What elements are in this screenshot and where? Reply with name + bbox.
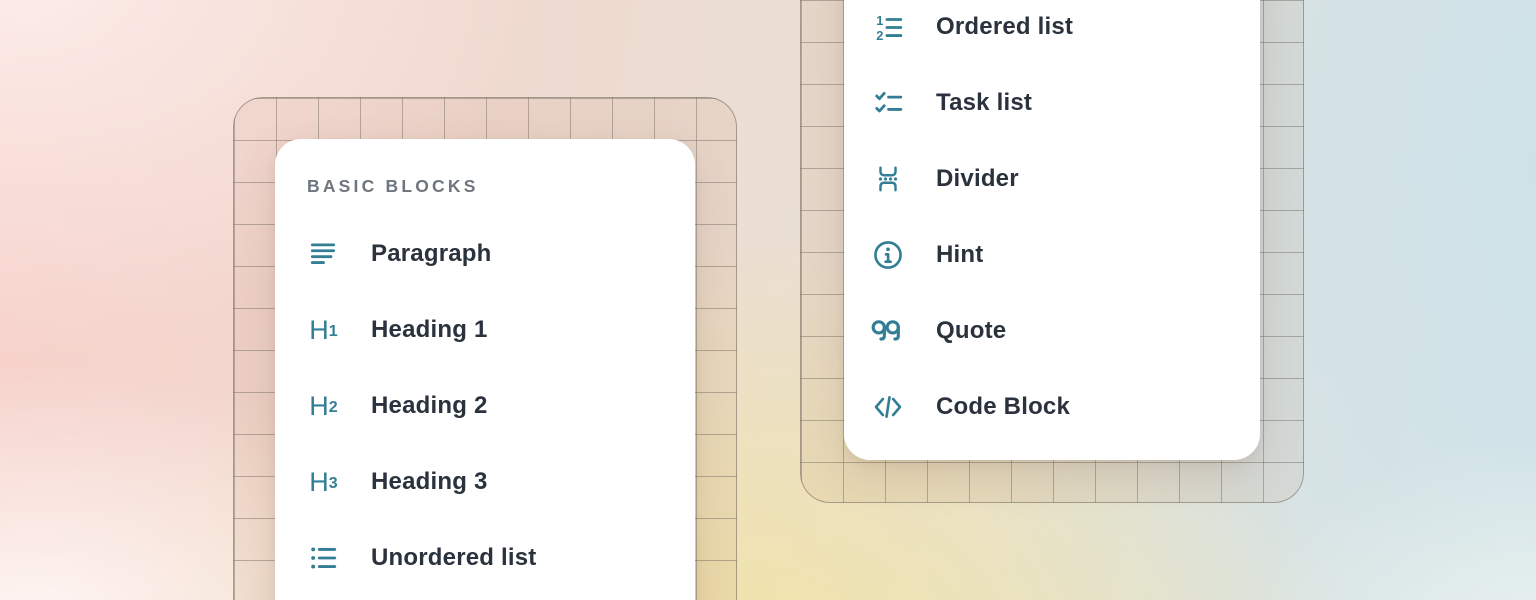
menu-item-label: Heading 2 [371,392,488,420]
heading-3-icon: H3 [306,465,340,499]
blocks-list: 1 2 Ordered list Task list [844,0,1260,445]
menu-item-label: Hint [936,241,983,269]
menu-item-task-list[interactable]: Task list [844,65,1260,141]
menu-item-label: Code Block [936,393,1070,421]
editor-blocks-illustration: BASIC BLOCKS Paragraph H1 Heading 1 H2 [0,0,1536,600]
menu-item-label: Ordered list [936,13,1073,41]
hint-icon [871,238,905,272]
basic-blocks-menu: BASIC BLOCKS Paragraph H1 Heading 1 H2 [275,139,695,600]
unordered-list-icon [306,541,340,575]
menu-item-label: Divider [936,165,1019,193]
ordered-list-icon: 1 2 [871,10,905,44]
menu-item-label: Unordered list [371,544,537,572]
menu-item-unordered-list[interactable]: Unordered list [275,520,695,596]
paragraph-icon [306,237,340,271]
menu-item-heading-1[interactable]: H1 Heading 1 [275,292,695,368]
menu-item-heading-2[interactable]: H2 Heading 2 [275,368,695,444]
menu-item-label: Paragraph [371,240,492,268]
quote-icon [871,314,905,348]
menu-item-quote[interactable]: Quote [844,293,1260,369]
menu-item-paragraph[interactable]: Paragraph [275,216,695,292]
task-list-icon [871,86,905,120]
blocks-menu-continued: 1 2 Ordered list Task list [844,0,1260,460]
heading-2-icon: H2 [306,389,340,423]
menu-item-label: Heading 1 [371,316,488,344]
menu-item-label: Quote [936,317,1006,345]
section-label: BASIC BLOCKS [307,176,695,197]
menu-item-divider[interactable]: Divider [844,141,1260,217]
svg-text:1: 1 [876,13,883,28]
code-block-icon [871,390,905,424]
divider-icon [871,162,905,196]
menu-item-code-block[interactable]: Code Block [844,369,1260,445]
heading-1-icon: H1 [306,313,340,347]
basic-blocks-list: Paragraph H1 Heading 1 H2 Heading 2 H3 H… [275,216,695,596]
menu-item-heading-3[interactable]: H3 Heading 3 [275,444,695,520]
svg-text:2: 2 [876,28,883,42]
menu-item-label: Task list [936,89,1032,117]
menu-item-ordered-list[interactable]: 1 2 Ordered list [844,0,1260,65]
menu-item-hint[interactable]: Hint [844,217,1260,293]
menu-item-label: Heading 3 [371,468,488,496]
